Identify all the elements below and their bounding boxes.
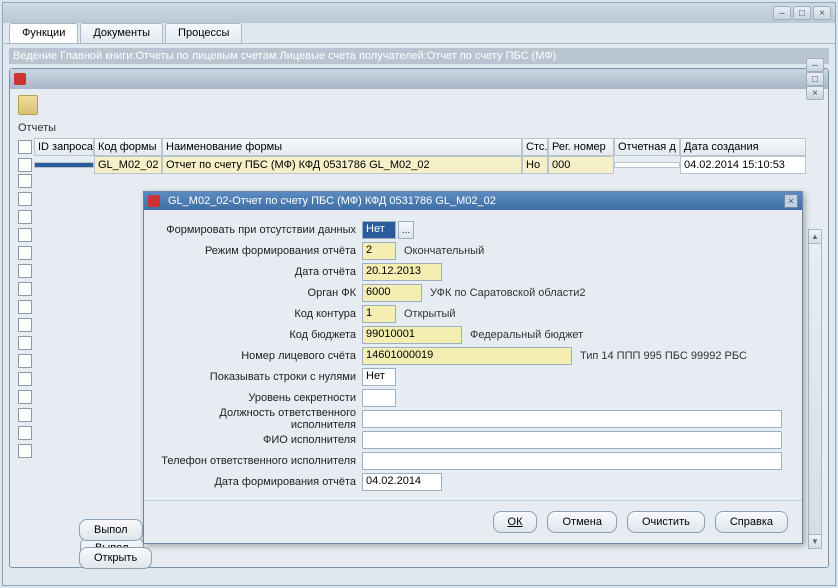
row-checkbox[interactable] — [18, 336, 32, 350]
row-checkbox[interactable] — [18, 354, 32, 368]
input-account[interactable]: 14601000019 — [362, 347, 572, 365]
cancel-button[interactable]: Отмена — [547, 511, 616, 533]
row-checkbox[interactable] — [18, 158, 32, 172]
toolbar-icon[interactable] — [18, 95, 38, 115]
cell-reg[interactable]: 000 — [548, 156, 614, 174]
oracle-icon — [148, 195, 160, 207]
desc-budget: Федеральный бюджет — [470, 329, 583, 341]
input-contour[interactable]: 1 — [362, 305, 396, 323]
tab-processes[interactable]: Процессы — [165, 23, 242, 43]
header-id[interactable]: ID запроса — [34, 138, 94, 156]
breadcrumb: Ведение Главной книги:Отчеты по лицевым … — [9, 48, 829, 64]
minimize-button[interactable]: – — [773, 6, 791, 20]
input-show-zero[interactable]: Нет — [362, 368, 396, 386]
row-checkbox[interactable] — [18, 192, 32, 206]
execute-button-2[interactable]: Выпол — [79, 519, 143, 541]
input-exec-name[interactable] — [362, 431, 782, 449]
input-budget[interactable]: 99010001 — [362, 326, 462, 344]
select-all-checkbox[interactable] — [18, 140, 32, 154]
label-account: Номер лицевого счёта — [156, 350, 362, 362]
row-checkbox[interactable] — [18, 174, 32, 188]
cell-name[interactable]: Отчет по счету ПБС (МФ) КФД 0531786 GL_M… — [162, 156, 522, 174]
cell-id[interactable] — [34, 162, 94, 168]
desc-account: Тип 14 ППП 995 ПБС 99992 РБС — [580, 350, 747, 362]
ok-button[interactable]: ОК — [493, 511, 538, 533]
input-mode[interactable]: 2 — [362, 242, 396, 260]
inner-titlebar: – □ × — [10, 69, 828, 89]
input-exec-phone[interactable] — [362, 452, 782, 470]
desc-mode: Окончательный — [404, 245, 484, 257]
input-organ[interactable]: 6000 — [362, 284, 422, 302]
tab-documents[interactable]: Документы — [80, 23, 163, 43]
row-checkbox[interactable] — [18, 444, 32, 458]
row-checkbox[interactable] — [18, 282, 32, 296]
label-show-zero: Показывать строки с нулями — [156, 371, 362, 383]
cell-status[interactable]: Но — [522, 156, 548, 174]
row-checkbox[interactable] — [18, 246, 32, 260]
lov-button[interactable]: … — [398, 221, 414, 239]
row-checkbox[interactable] — [18, 390, 32, 404]
input-form-date[interactable]: 04.02.2014 — [362, 473, 442, 491]
cell-report-date[interactable] — [614, 162, 680, 168]
row-checkbox[interactable] — [18, 318, 32, 332]
row-checkbox[interactable] — [18, 300, 32, 314]
header-name[interactable]: Наименование формы — [162, 138, 522, 156]
row-checkbox[interactable] — [18, 210, 32, 224]
inner-close[interactable]: × — [806, 86, 824, 100]
close-button[interactable]: × — [813, 6, 831, 20]
main-titlebar: – □ × — [3, 3, 835, 23]
parameters-dialog: GL_M02_02-Отчет по счету ПБС (МФ) КФД 05… — [143, 191, 803, 544]
vertical-scrollbar[interactable]: ▲ ▼ — [808, 229, 822, 549]
header-reg[interactable]: Рег. номер — [548, 138, 614, 156]
tab-functions[interactable]: Функции — [9, 23, 78, 43]
help-button[interactable]: Справка — [715, 511, 788, 533]
scroll-down-icon[interactable]: ▼ — [809, 534, 821, 548]
section-title: Отчеты — [10, 120, 828, 136]
label-secrecy: Уровень секретности — [156, 392, 362, 404]
desc-organ: УФК по Саратовской области2 — [430, 287, 586, 299]
input-secrecy[interactable] — [362, 389, 396, 407]
dialog-close-button[interactable]: × — [784, 194, 798, 208]
dialog-title: GL_M02_02-Отчет по счету ПБС (МФ) КФД 05… — [168, 195, 496, 207]
label-organ: Орган ФК — [156, 287, 362, 299]
label-mode: Режим формирования отчёта — [156, 245, 362, 257]
row-checkbox[interactable] — [18, 408, 32, 422]
row-checkbox[interactable] — [18, 426, 32, 440]
inner-maximize[interactable]: □ — [806, 72, 824, 86]
row-checkbox[interactable] — [18, 228, 32, 242]
label-form-on-absence: Формировать при отсутствии данных — [156, 224, 362, 236]
cell-code[interactable]: GL_M02_02 — [94, 156, 162, 174]
main-window: – □ × Функции Документы Процессы Ведение… — [2, 2, 836, 586]
main-tabs: Функции Документы Процессы — [3, 23, 835, 44]
grid-header-row: ID запроса Код формы Наименование формы … — [18, 138, 820, 156]
row-checkbox[interactable] — [18, 264, 32, 278]
clear-button[interactable]: Очистить — [627, 511, 705, 533]
open-button[interactable]: Открыть — [79, 547, 152, 569]
label-exec-name: ФИО исполнителя — [156, 434, 362, 446]
table-row[interactable]: GL_M02_02 Отчет по счету ПБС (МФ) КФД 05… — [18, 156, 820, 174]
header-code[interactable]: Код формы — [94, 138, 162, 156]
label-exec-post: Должность ответственного исполнителя — [156, 407, 362, 431]
inner-minimize[interactable]: – — [806, 58, 824, 72]
label-form-date: Дата формирования отчёта — [156, 476, 362, 488]
row-checkbox[interactable] — [18, 372, 32, 386]
header-status[interactable]: Стс. — [522, 138, 548, 156]
label-exec-phone: Телефон ответственного исполнителя — [156, 455, 362, 467]
label-report-date: Дата отчёта — [156, 266, 362, 278]
desc-contour: Открытый — [404, 308, 456, 320]
scroll-up-icon[interactable]: ▲ — [809, 230, 821, 244]
dialog-titlebar: GL_M02_02-Отчет по счету ПБС (МФ) КФД 05… — [144, 192, 802, 210]
header-report-date[interactable]: Отчетная д — [614, 138, 680, 156]
label-budget: Код бюджета — [156, 329, 362, 341]
input-form-on-absence[interactable]: Нет — [362, 221, 396, 239]
cell-create-date[interactable]: 04.02.2014 15:10:53 — [680, 156, 806, 174]
input-report-date[interactable]: 20.12.2013 — [362, 263, 442, 281]
input-exec-post[interactable] — [362, 410, 782, 428]
label-contour: Код контура — [156, 308, 362, 320]
maximize-button[interactable]: □ — [793, 6, 811, 20]
oracle-icon — [14, 73, 26, 85]
header-create-date[interactable]: Дата создания — [680, 138, 806, 156]
